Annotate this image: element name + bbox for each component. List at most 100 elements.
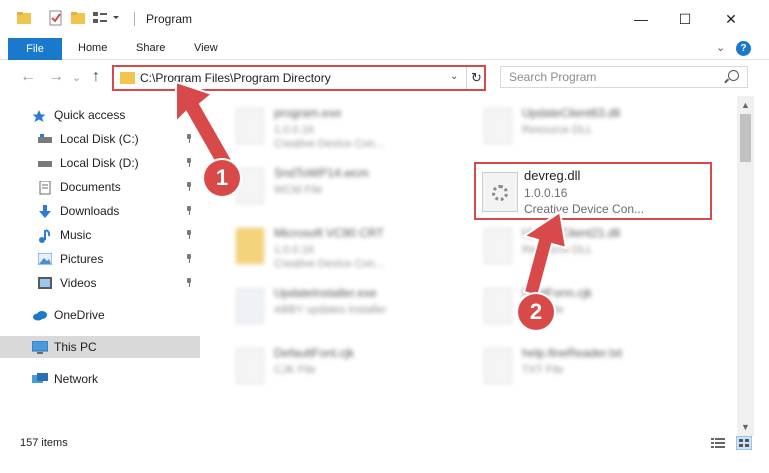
- sidebar-item-onedrive[interactable]: OneDrive: [0, 304, 200, 326]
- help-icon[interactable]: ?: [736, 41, 751, 56]
- file-type: ABBY updates installer: [274, 304, 387, 316]
- pin-icon[interactable]: [186, 206, 192, 215]
- computer-icon: [31, 340, 49, 354]
- file-description: Creative Device Con...: [524, 202, 645, 216]
- close-button[interactable]: ✕: [716, 8, 746, 30]
- file-item[interactable]: help.fineReader.txt TXT File: [474, 342, 714, 394]
- sidebar-item-label: Local Disk (C:): [60, 132, 139, 146]
- forward-button[interactable]: →: [48, 68, 64, 86]
- documents-icon: [38, 180, 52, 195]
- pin-icon[interactable]: [186, 230, 192, 239]
- file-item[interactable]: SndToWP14.wcm WCM File: [226, 162, 466, 214]
- cloud-icon: [32, 309, 47, 321]
- sidebar-item-local-disk-d[interactable]: Local Disk (D:): [0, 152, 200, 174]
- file-icon: [236, 348, 264, 384]
- file-item[interactable]: UpdateInstaller.exe ABBY updates install…: [226, 282, 466, 334]
- tab-home[interactable]: Home: [78, 42, 107, 54]
- vertical-scrollbar[interactable]: ▲ ▼: [737, 96, 754, 436]
- file-name: UpdateClient63.dll: [522, 106, 621, 120]
- installer-icon: [236, 288, 264, 324]
- sidebar-item-network[interactable]: Network: [0, 368, 200, 390]
- pin-icon[interactable]: [186, 134, 192, 143]
- tab-file[interactable]: File: [8, 38, 62, 60]
- back-button[interactable]: ←: [20, 68, 36, 86]
- file-description: Creative Device Con...: [274, 258, 385, 270]
- tab-view[interactable]: View: [194, 42, 218, 54]
- file-item[interactable]: program.exe 1.0.0.16 Creative Device Con…: [226, 102, 466, 154]
- sidebar-item-videos[interactable]: Videos: [0, 272, 200, 294]
- search-icon[interactable]: [728, 70, 739, 81]
- sidebar-item-quick-access[interactable]: Quick access: [0, 104, 200, 126]
- music-icon: [38, 229, 52, 243]
- new-folder-icon[interactable]: [70, 10, 86, 26]
- scroll-down-icon[interactable]: ▼: [741, 422, 750, 432]
- callout-badge-2: 2: [518, 294, 554, 330]
- sidebar-item-label: Network: [54, 372, 99, 386]
- dll-file-icon: [484, 228, 512, 264]
- sidebar-item-this-pc[interactable]: This PC: [0, 336, 200, 358]
- pin-icon[interactable]: [186, 182, 192, 191]
- file-name: UpdateInstaller.exe: [274, 286, 377, 300]
- pin-icon[interactable]: [186, 254, 192, 263]
- sidebar-item-music[interactable]: Music: [0, 224, 200, 246]
- navigation-bar: ← → ⌄ ↑ C:\Program Files\Program Directo…: [0, 60, 769, 96]
- pin-icon[interactable]: [186, 158, 192, 167]
- details-view-icon[interactable]: [710, 436, 726, 450]
- title-separator: [134, 12, 135, 26]
- file-type: Resource DLL: [522, 124, 593, 136]
- sidebar-item-label: Downloads: [60, 204, 120, 218]
- file-type: WCM File: [274, 184, 323, 196]
- ribbon-tabs: File Home Share View ⌄ ?: [0, 38, 769, 60]
- title-bar: Program — ☐ ✕: [0, 0, 769, 38]
- network-icon: [32, 373, 48, 385]
- minimize-button[interactable]: —: [626, 8, 656, 30]
- star-icon: [32, 109, 46, 122]
- address-path[interactable]: C:\Program Files\Program Directory: [140, 71, 331, 85]
- dll-file-icon: [482, 172, 518, 212]
- ribbon-expand-icon[interactable]: ⌄: [716, 41, 725, 54]
- file-name: UpdateClient21.dll: [522, 226, 621, 240]
- properties-icon[interactable]: [48, 10, 64, 26]
- drive-icon: [38, 157, 52, 169]
- status-bar: 157 items: [0, 435, 769, 473]
- file-type: CJK File: [274, 364, 316, 376]
- sidebar-item-downloads[interactable]: Downloads: [0, 200, 200, 222]
- executable-icon: [236, 108, 264, 144]
- address-dropdown-icon[interactable]: ⌄: [450, 71, 458, 82]
- recent-locations-button[interactable]: ⌄: [72, 71, 81, 84]
- file-item[interactable]: Microsoft VC90 CRT 1.0.0.16 Creative Dev…: [226, 222, 466, 274]
- highlighted-file-item[interactable]: devreg.dll 1.0.0.16 Creative Device Con.…: [474, 162, 712, 220]
- item-count: 157 items: [20, 437, 68, 449]
- search-placeholder[interactable]: Search Program: [509, 70, 596, 84]
- scroll-up-icon[interactable]: ▲: [741, 100, 750, 110]
- file-item[interactable]: UpdateClient63.dll Resource DLL: [474, 102, 714, 154]
- sidebar-item-label: Quick access: [54, 108, 126, 122]
- sidebar-item-label: Music: [60, 228, 92, 242]
- file-version: 1.0.0.16: [524, 186, 568, 200]
- window-title: Program: [146, 12, 193, 26]
- file-item[interactable]: UpdateClient21.dll Resource DLL: [474, 222, 714, 274]
- up-button[interactable]: ↑: [92, 68, 100, 86]
- refresh-button[interactable]: ↻: [466, 67, 486, 89]
- file-item[interactable]: DefaultFont.cjk CJK File: [226, 342, 466, 394]
- customize-toolbar-icon[interactable]: [92, 10, 119, 26]
- scroll-thumb[interactable]: [740, 114, 751, 162]
- sidebar-item-local-disk-c[interactable]: Local Disk (C:): [0, 128, 200, 150]
- navigation-pane: Quick access Local Disk (C:) Local Disk …: [0, 96, 200, 436]
- file-name: DefaultFont.cjk: [274, 346, 355, 360]
- maximize-button[interactable]: ☐: [670, 8, 700, 30]
- file-version: 1.0.0.16: [274, 244, 314, 256]
- file-name: help.fineReader.txt: [522, 346, 623, 360]
- pin-icon[interactable]: [186, 278, 192, 287]
- large-icons-view-icon[interactable]: [735, 435, 753, 451]
- sidebar-item-pictures[interactable]: Pictures: [0, 248, 200, 270]
- folder-icon: [16, 10, 32, 26]
- file-description: Creative Device Con...: [274, 138, 385, 150]
- sidebar-item-documents[interactable]: Documents: [0, 176, 200, 198]
- videos-icon: [38, 277, 52, 289]
- file-item[interactable]: FontForm.cjk CJK File: [474, 282, 714, 334]
- address-bar[interactable]: C:\Program Files\Program Directory ⌄ ↻: [112, 65, 486, 91]
- drive-icon: [38, 133, 52, 145]
- search-box[interactable]: Search Program: [500, 66, 748, 88]
- tab-share[interactable]: Share: [136, 42, 165, 54]
